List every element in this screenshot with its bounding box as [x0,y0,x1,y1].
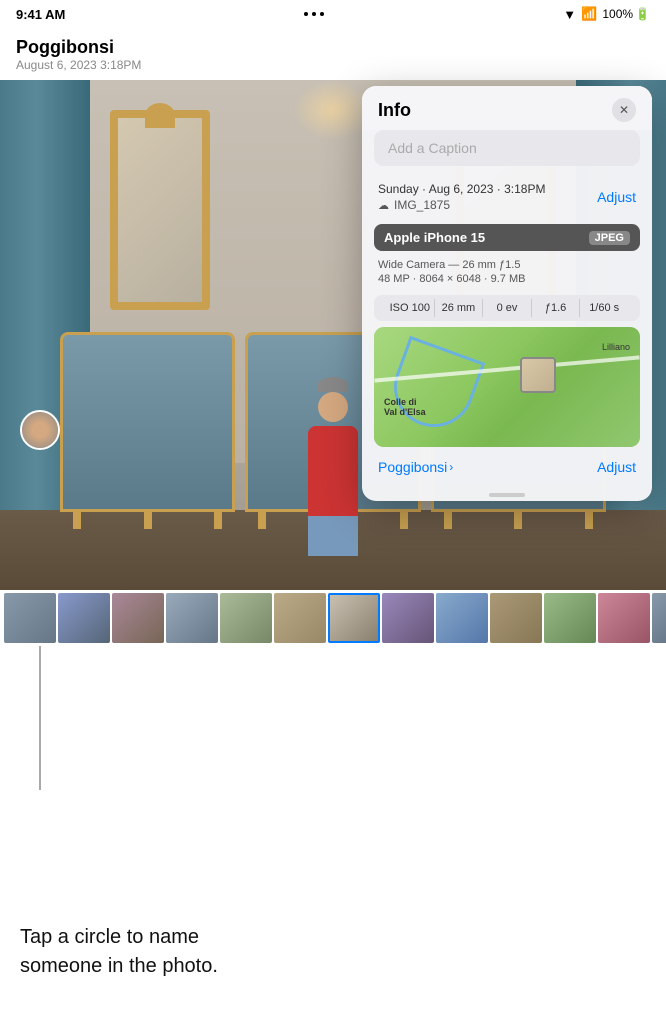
caption-field[interactable]: Add a Caption [374,130,640,166]
map-pin [520,357,556,393]
info-panel-header: Info ✕ [362,86,652,130]
photo-date: August 6, 2023 3:18PM [16,58,141,72]
exif-focal: 26 mm [435,299,484,317]
mirror-frame-deco-left [145,103,175,128]
bench-leg [444,509,452,529]
date-text: Sunday · Aug 6, 2023 · 3:18PM [378,182,545,196]
close-info-button[interactable]: ✕ [612,98,636,122]
map-pin-photo [522,359,554,391]
thumb-12[interactable] [598,593,650,643]
bench-leg [214,509,222,529]
status-dot-1 [304,12,308,16]
person-hair [318,377,348,392]
bench-leg [585,509,593,529]
bench-leg [258,509,266,529]
bottom-instruction-area: Tap a circle to namesomeone in the photo… [0,882,666,1022]
device-name: Apple iPhone 15 [384,230,485,245]
exif-ev: 0 ev [483,299,532,317]
thumb-2[interactable] [58,593,110,643]
status-time: 9:41 AM [16,7,65,22]
location-row: Poggibonsi › Adjust [362,453,652,485]
format-badge: JPEG [589,231,630,245]
map-label-colle: Colle diVal d'Elsa [384,397,426,417]
status-center [304,12,324,16]
thumb-6[interactable] [274,593,326,643]
thumb-8[interactable] [382,593,434,643]
caption-placeholder: Add a Caption [388,140,477,156]
thumb-9[interactable] [436,593,488,643]
person-head [318,392,348,422]
bench-leg [73,509,81,529]
photo-header: Poggibonsi August 6, 2023 3:18PM [0,28,666,80]
mirror-left [110,110,210,310]
chevron-right-icon: › [449,460,453,474]
map-container[interactable]: Colle diVal d'Elsa Lilliano [374,327,640,447]
bench-legs-left [73,509,222,529]
filename-row: ☁ IMG_1875 [378,198,545,212]
battery-icon: 100% 🔋 [602,7,650,21]
person-in-photo [303,382,363,512]
thumb-5[interactable] [220,593,272,643]
thumb-4[interactable] [166,593,218,643]
thumb-11[interactable] [544,593,596,643]
bottom-instruction-text: Tap a circle to namesomeone in the photo… [20,923,218,981]
status-dot-3 [320,12,324,16]
face-recognition-circle[interactable] [20,410,60,450]
status-right: ▼ 📶 100% 🔋 [563,6,650,22]
thumb-7-selected[interactable] [328,593,380,643]
cloud-icon: ☁ [378,199,389,212]
exif-row: ISO 100 26 mm 0 ev ƒ1.6 1/60 s [374,295,640,321]
date-adjust-button[interactable]: Adjust [597,189,636,205]
bench-leg [400,509,408,529]
face-avatar [22,412,58,448]
person-pants [308,516,358,556]
exif-aperture: ƒ1.6 [532,299,581,317]
bench-leg [144,509,152,529]
drag-bar [489,493,525,497]
spec-line-1: Wide Camera — 26 mm ƒ1.5 [378,259,636,271]
status-bar: 9:41 AM ▼ 📶 100% 🔋 [0,0,666,28]
bench-leg [514,509,522,529]
bench-left [60,332,235,512]
thumbnail-strip [0,590,666,646]
location-link[interactable]: Poggibonsi › [378,459,453,475]
thumb-1[interactable] [4,593,56,643]
map-label-lilliano: Lilliano [602,342,630,352]
camera-specs: Wide Camera — 26 mm ƒ1.5 48 MP · 8064 × … [362,255,652,291]
thumb-10[interactable] [490,593,542,643]
signal-icon: 📶 [581,6,597,22]
status-dot-2 [312,12,316,16]
map-terrain: Colle diVal d'Elsa Lilliano [374,327,640,447]
device-row: Apple iPhone 15 JPEG [374,224,640,251]
person-body [308,426,358,516]
info-title: Info [378,100,411,121]
wifi-icon: ▼ [563,7,576,22]
thumb-13[interactable] [652,593,666,643]
exif-iso: ISO 100 [386,299,435,317]
header-title: Poggibonsi August 6, 2023 3:18PM [16,37,141,72]
date-row: Sunday · Aug 6, 2023 · 3:18PM ☁ IMG_1875… [362,176,652,218]
spec-line-2: 48 MP · 8064 × 6048 · 9.7 MB [378,273,636,285]
exif-shutter: 1/60 s [580,299,628,317]
filename: IMG_1875 [394,198,450,212]
location-title: Poggibonsi [16,37,141,58]
drag-indicator [362,485,652,501]
thumb-3[interactable] [112,593,164,643]
date-info: Sunday · Aug 6, 2023 · 3:18PM ☁ IMG_1875 [378,182,545,212]
bench-legs-right [444,509,593,529]
chandelier [293,80,373,140]
location-adjust-button[interactable]: Adjust [597,459,636,475]
map-river [383,336,486,439]
location-name: Poggibonsi [378,459,447,475]
info-panel: Info ✕ Add a Caption Sunday · Aug 6, 202… [362,86,652,501]
